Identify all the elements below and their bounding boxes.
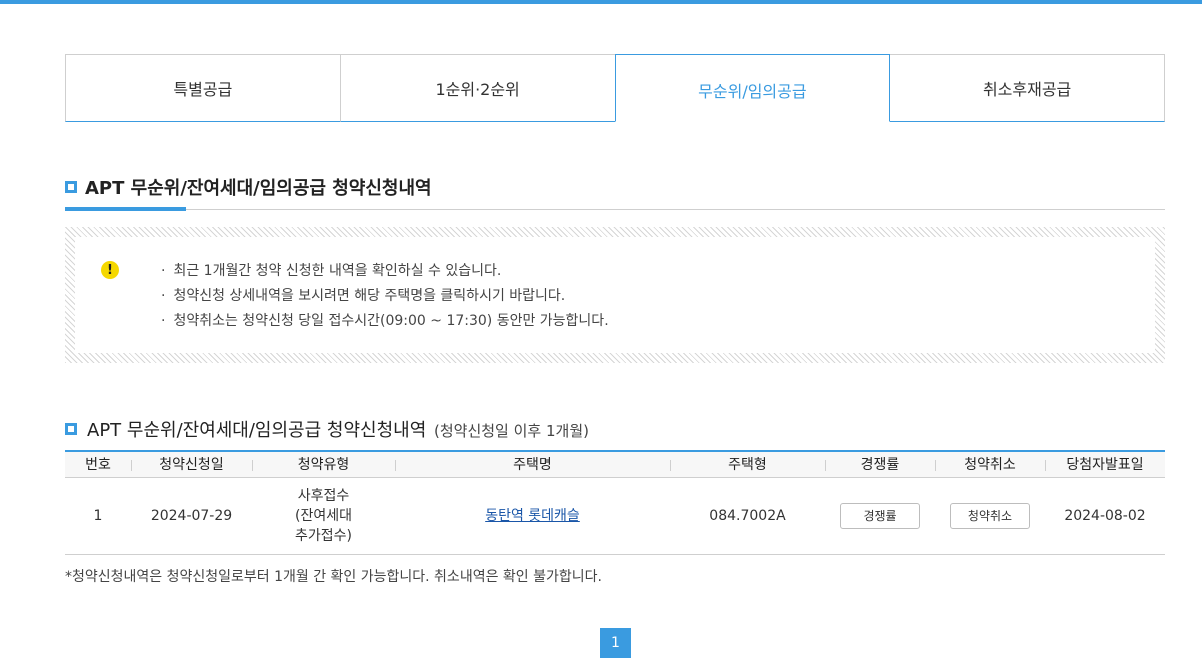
- notice-item: 청약취소는 청약신청 당일 접수시간(09:00 ~ 17:30) 동안만 가능…: [161, 309, 608, 334]
- apply-type-line: 추가접수): [295, 527, 352, 544]
- notice-item: 청약신청 상세내역을 보시려면 해당 주택명을 클릭하시기 바랍니다.: [161, 284, 609, 309]
- cell-apply-type: 사후접수 (잔여세대 추가접수): [252, 477, 395, 555]
- section-title-underline: [65, 207, 186, 211]
- cancel-application-button[interactable]: 청약취소: [950, 502, 1030, 529]
- cell-apply-date: 2024-07-29: [131, 477, 252, 555]
- house-name-link[interactable]: 동탄역 롯데캐슬: [485, 508, 580, 524]
- apply-type-line: (잔여세대: [295, 507, 352, 524]
- apply-type-line: 사후접수: [297, 487, 350, 504]
- tab-special-supply[interactable]: 특별공급: [65, 54, 341, 122]
- cell-cancel: 청약취소: [935, 477, 1045, 555]
- col-header-cancel: 청약취소: [935, 451, 1045, 478]
- footnote: *청약신청내역은 청약신청일로부터 1개월 간 확인 가능합니다. 취소내역은 …: [65, 569, 602, 585]
- application-history-table: 번호 청약신청일 청약유형 주택명 주택형 경쟁률 청약취소 당첨자발표일 1 …: [65, 450, 1165, 555]
- exclamation-icon: !: [101, 261, 119, 279]
- competition-rate-button[interactable]: 경쟁률: [840, 502, 920, 529]
- notice-inner: ! 최근 1개월간 청약 신청한 내역을 확인하실 수 있습니다. 청약신청 상…: [75, 237, 1155, 353]
- top-accent-bar: [0, 0, 1202, 4]
- section-title: APT 무순위/잔여세대/임의공급 청약신청내역: [65, 174, 432, 200]
- table-header-row: 번호 청약신청일 청약유형 주택명 주택형 경쟁률 청약취소 당첨자발표일: [65, 451, 1165, 478]
- cell-no: 1: [65, 477, 131, 555]
- cell-competition-rate: 경쟁률: [825, 477, 935, 555]
- tab-first-second-rank[interactable]: 1순위·2순위: [339, 54, 616, 122]
- cell-announce-date: 2024-08-02: [1045, 477, 1165, 555]
- notice-item: 최근 1개월간 청약 신청한 내역을 확인하실 수 있습니다.: [161, 259, 609, 284]
- notice-box: ! 최근 1개월간 청약 신청한 내역을 확인하실 수 있습니다. 청약신청 상…: [65, 227, 1165, 363]
- history-section-title: APT 무순위/잔여세대/임의공급 청약신청내역 (청약신청일 이후 1개월): [65, 416, 589, 442]
- cell-house-name: 동탄역 롯데캐슬: [395, 477, 670, 555]
- section-header: APT 무순위/잔여세대/임의공급 청약신청내역: [65, 174, 1165, 211]
- square-bullet-icon: [65, 423, 77, 435]
- tab-resupply-after-cancel[interactable]: 취소후재공급: [889, 54, 1165, 122]
- col-header-no: 번호: [65, 451, 131, 478]
- table-row: 1 2024-07-29 사후접수 (잔여세대 추가접수) 동탄역 롯데캐슬 0…: [65, 477, 1165, 555]
- history-title-text: APT 무순위/잔여세대/임의공급 청약신청내역: [87, 420, 427, 441]
- col-header-announce-date: 당첨자발표일: [1045, 451, 1165, 478]
- notice-list: 최근 1개월간 청약 신청한 내역을 확인하실 수 있습니다. 청약신청 상세내…: [161, 259, 609, 334]
- section-title-text: APT 무순위/잔여세대/임의공급 청약신청내역: [85, 178, 432, 199]
- square-bullet-icon: [65, 181, 77, 193]
- history-subtitle: (청약신청일 이후 1개월): [434, 422, 589, 440]
- col-header-competition-rate: 경쟁률: [825, 451, 935, 478]
- col-header-apply-date: 청약신청일: [131, 451, 252, 478]
- col-header-apply-type: 청약유형: [252, 451, 395, 478]
- tab-bar: 특별공급 1순위·2순위 무순위/임의공급 취소후재공급: [65, 54, 1165, 122]
- cell-house-type: 084.7002A: [670, 477, 825, 555]
- tab-unranked-supply[interactable]: 무순위/임의공급: [614, 54, 891, 122]
- col-header-house-name: 주택명: [395, 451, 670, 478]
- col-header-house-type: 주택형: [670, 451, 825, 478]
- pagination-page-current[interactable]: 1: [600, 628, 631, 658]
